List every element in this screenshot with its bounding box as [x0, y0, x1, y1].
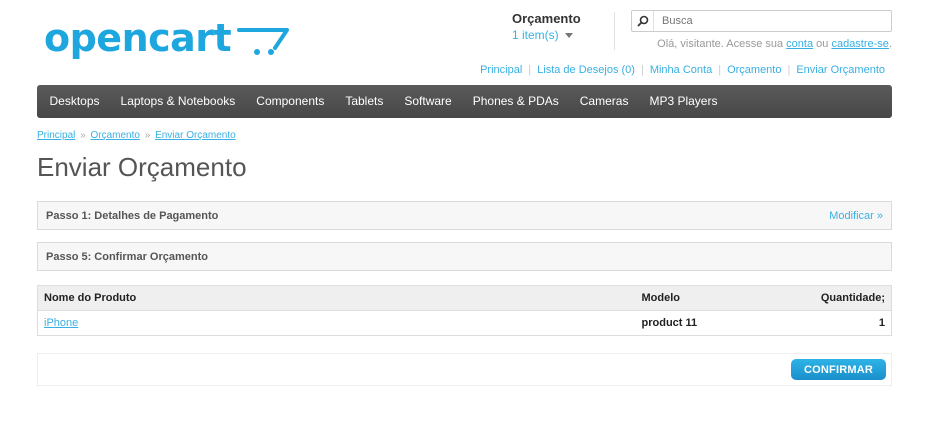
welcome-middle: ou	[813, 38, 832, 50]
column-header-model: Modelo	[635, 285, 786, 311]
link-separator: |	[787, 64, 791, 76]
button-bar: CONFIRMAR	[37, 353, 892, 386]
column-header-quantity: Quantidade;	[785, 285, 892, 311]
modify-link[interactable]: Modificar »	[829, 210, 883, 222]
top-links: Principal | Lista de Desejos (0) | Minha…	[480, 64, 885, 76]
link-wishlist[interactable]: Lista de Desejos (0)	[537, 64, 635, 76]
login-link[interactable]: conta	[786, 38, 813, 50]
logo-text: opencart	[44, 16, 232, 60]
search-input[interactable]	[654, 12, 891, 30]
menu-item-components[interactable]: Components	[246, 85, 335, 118]
cart-heading: Orçamento	[512, 11, 581, 26]
table-row: iPhone product 11 1	[37, 310, 892, 336]
checkout-step-confirm: Passo 5: Confirmar Orçamento	[37, 242, 892, 271]
link-send-quote[interactable]: Enviar Orçamento	[796, 64, 885, 76]
search-button[interactable]	[632, 11, 654, 31]
link-home[interactable]: Principal	[480, 64, 522, 76]
link-separator: |	[640, 64, 644, 76]
link-separator: |	[528, 64, 532, 76]
breadcrumb-separator: »	[80, 130, 86, 141]
breadcrumb-send-quote[interactable]: Enviar Orçamento	[155, 130, 236, 141]
welcome-message: Olá, visitante. Acesse sua conta ou cada…	[657, 38, 892, 50]
search-box	[631, 10, 892, 32]
cart-logo-icon	[237, 28, 290, 55]
link-separator: |	[718, 64, 722, 76]
search-icon	[637, 15, 648, 27]
menu-item-desktops[interactable]: Desktops	[39, 85, 110, 118]
breadcrumb-quote[interactable]: Orçamento	[90, 130, 139, 141]
logo[interactable]: opencart	[44, 16, 293, 60]
checkout-step-payment: Passo 1: Detalhes de Pagamento Modificar…	[37, 201, 892, 230]
column-header-name: Nome do Produto	[37, 285, 636, 311]
main-menu: Desktops Laptops & Notebooks Components …	[37, 85, 892, 118]
link-account[interactable]: Minha Conta	[650, 64, 712, 76]
menu-item-software[interactable]: Software	[394, 85, 462, 118]
breadcrumb-home[interactable]: Principal	[37, 130, 75, 141]
divider	[614, 12, 615, 50]
confirm-button[interactable]: CONFIRMAR	[790, 359, 886, 380]
welcome-prefix: Olá, visitante. Acesse sua	[657, 38, 787, 50]
product-link[interactable]: iPhone	[44, 317, 78, 329]
cart-total-dropdown[interactable]: 1 item(s)	[512, 28, 616, 42]
menu-item-tablets[interactable]: Tablets	[335, 85, 394, 118]
order-table: Nome do Produto Modelo Quantidade; iPhon…	[37, 285, 892, 336]
register-link[interactable]: cadastre-se	[831, 38, 888, 50]
product-model: product 11	[635, 310, 786, 336]
step-title: Passo 1: Detalhes de Pagamento	[46, 209, 219, 222]
menu-item-laptops[interactable]: Laptops & Notebooks	[110, 85, 246, 118]
cart-summary[interactable]: Orçamento 1 item(s)	[512, 11, 616, 42]
welcome-suffix: .	[888, 38, 892, 50]
table-header-row: Nome do Produto Modelo Quantidade;	[37, 285, 892, 311]
link-quote[interactable]: Orçamento	[727, 64, 781, 76]
step-title: Passo 5: Confirmar Orçamento	[46, 250, 208, 263]
breadcrumb-separator: »	[144, 130, 151, 141]
product-quantity: 1	[785, 310, 892, 336]
menu-item-phones[interactable]: Phones & PDAs	[462, 85, 569, 118]
chevron-down-icon	[564, 32, 573, 38]
cart-total: 1 item(s)	[512, 28, 559, 42]
product-name-cell: iPhone	[37, 310, 636, 336]
page-title: Enviar Orçamento	[37, 152, 247, 182]
menu-item-mp3[interactable]: MP3 Players	[639, 85, 728, 118]
menu-item-cameras[interactable]: Cameras	[569, 85, 639, 118]
breadcrumb: Principal » Orçamento » Enviar Orçamento	[37, 130, 236, 141]
